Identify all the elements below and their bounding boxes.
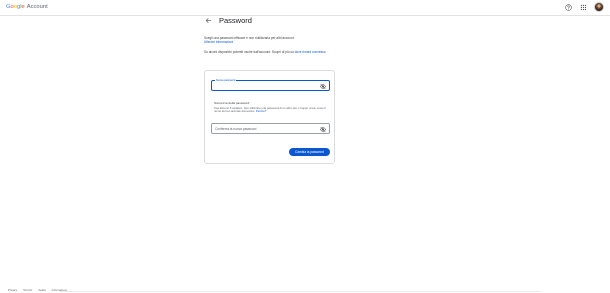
footer-link-terms[interactable]: Termini	[23, 288, 32, 292]
page-heading: Password	[204, 16, 252, 25]
learn-more-link[interactable]: Ulteriori informazioni	[204, 40, 233, 44]
footer: Privacy Termini Guida Informazioni	[8, 288, 67, 292]
signed-in-devices-link[interactable]: dove rimani connesso	[295, 50, 326, 54]
intro-paragraph-2: Su alcuni dispositivi potresti uscire da…	[204, 50, 354, 54]
google-account-logo[interactable]: Google Account	[6, 4, 48, 11]
show-password-icon[interactable]	[320, 83, 326, 89]
password-strength-hint: Sicurezza della password: Usa almeno 8 c…	[214, 101, 332, 114]
back-arrow-icon[interactable]	[204, 17, 212, 25]
confirm-password-field[interactable]	[211, 123, 330, 134]
top-bar: Google Account	[0, 0, 610, 16]
intro-text: Scegli una password efficace e non riuti…	[204, 36, 354, 60]
confirm-password-input[interactable]	[215, 126, 319, 131]
intro-paragraph-1: Scegli una password efficace e non riuti…	[204, 36, 354, 44]
change-password-button[interactable]: Cambia la password	[289, 148, 330, 156]
account-controls	[564, 2, 604, 12]
intro-text-2: Su alcuni dispositivi potresti uscire da…	[204, 50, 294, 54]
footer-divider	[60, 291, 540, 292]
new-password-label: Nuova password	[215, 78, 237, 82]
avatar[interactable]	[594, 2, 604, 12]
new-password-input[interactable]	[215, 83, 319, 88]
strength-description: Usa almeno 8 caratteri. Non utilizzare u…	[214, 105, 326, 114]
new-password-field[interactable]: Nuova password	[211, 78, 330, 91]
footer-link-help[interactable]: Guida	[38, 288, 45, 292]
apps-grid-icon[interactable]	[579, 3, 588, 12]
footer-link-privacy[interactable]: Privacy	[8, 288, 17, 292]
help-icon[interactable]	[564, 3, 573, 12]
why-link[interactable]: Perché?	[256, 109, 266, 113]
password-form-card: Nuova password Sicurezza della password:…	[204, 70, 335, 164]
logo-product-name: Account	[26, 4, 48, 10]
show-password-icon[interactable]	[320, 126, 326, 132]
page-title: Password	[219, 16, 252, 25]
logo-letter: e	[21, 4, 25, 10]
